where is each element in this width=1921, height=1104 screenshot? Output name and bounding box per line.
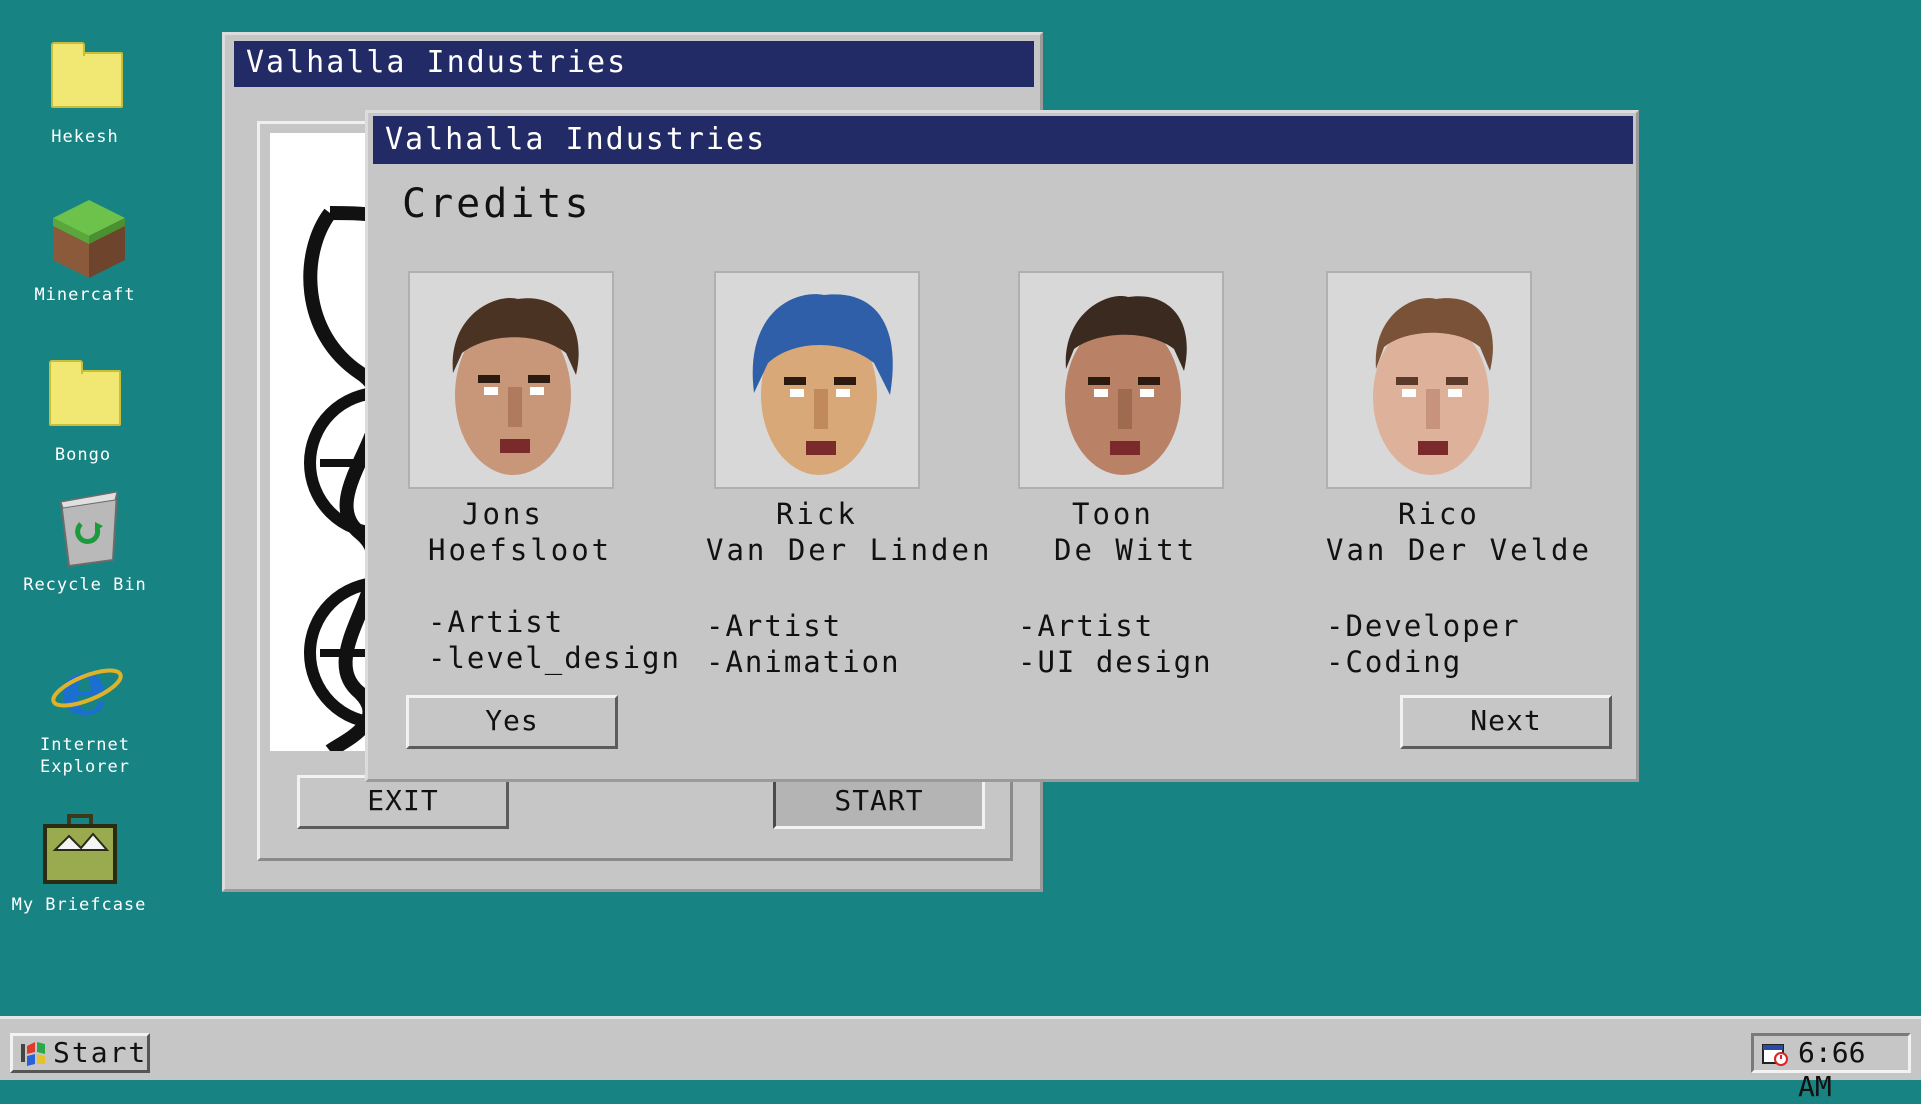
credits-window[interactable]: Valhalla Industries Credits Jons Hoefslo… — [365, 110, 1639, 782]
folder-icon — [49, 360, 121, 426]
credits-heading: Credits — [402, 181, 592, 227]
member-role: -Developer — [1326, 609, 1521, 643]
face-icon — [1373, 297, 1493, 475]
portrait-toon — [1018, 271, 1224, 489]
svg-text:e: e — [60, 650, 109, 726]
desktop-icon-minercaft[interactable]: Minercaft — [0, 196, 170, 306]
member-role: -level_design — [428, 641, 681, 675]
desktop-icon-internet-explorer[interactable]: e Internet Explorer — [0, 646, 170, 778]
member-role: -Artist — [428, 605, 565, 639]
start-button[interactable]: START — [773, 775, 985, 829]
desktop-icon-bongo[interactable]: Bongo — [0, 356, 168, 466]
desktop-icon-recycle-bin[interactable]: Recycle Bin — [0, 486, 170, 596]
desktop-icon-label: Bongo — [54, 445, 112, 465]
folder-icon — [51, 42, 123, 108]
member-last-name: De Witt — [1054, 533, 1198, 567]
desktop-icon-my-briefcase[interactable]: My Briefcase — [0, 806, 164, 916]
taskbar-start-button[interactable]: Start — [10, 1033, 150, 1073]
member-first-name: Rico — [1398, 497, 1480, 531]
desktop-icon-label: Recycle Bin — [23, 575, 147, 595]
credits-window-titlebar[interactable]: Valhalla Industries — [373, 116, 1633, 164]
exit-button[interactable]: EXIT — [297, 775, 509, 829]
member-role: -Coding — [1326, 645, 1463, 679]
desktop-icon-label: Internet Explorer — [40, 735, 130, 777]
desktop-icon-hekesh[interactable]: Hekesh — [0, 38, 170, 148]
system-tray: 6:66 AM — [1751, 1033, 1911, 1103]
taskbar-start-label: Start — [53, 1036, 148, 1069]
taskbar-clock: 6:66 AM — [1798, 1036, 1866, 1103]
portrait-jons — [408, 271, 614, 489]
member-role: -Animation — [706, 645, 901, 679]
grass-block-icon — [53, 200, 125, 278]
windows-logo-icon — [21, 1042, 45, 1066]
desktop-icon-label: My Briefcase — [11, 895, 147, 915]
member-role: -UI design — [1018, 645, 1213, 679]
desktop-icon-label: Hekesh — [51, 127, 119, 147]
member-first-name: Toon — [1072, 497, 1154, 531]
face-icon — [452, 297, 579, 475]
portrait-rico — [1326, 271, 1532, 489]
desktop-icon-label: Minercaft — [34, 285, 136, 305]
exit-button-label: EXIT — [367, 784, 439, 817]
yes-button-label: Yes — [485, 704, 539, 737]
member-role: -Artist — [706, 609, 843, 643]
start-button-label: START — [834, 784, 924, 817]
member-first-name: Jons — [462, 497, 544, 531]
member-first-name: Rick — [776, 497, 858, 531]
face-icon — [1065, 296, 1187, 475]
taskbar: Start 6:66 AM — [0, 1016, 1921, 1103]
member-last-name: Van Der Velde — [1326, 533, 1592, 567]
next-button[interactable]: Next — [1400, 695, 1612, 749]
back-window-titlebar[interactable]: Valhalla Industries — [234, 41, 1034, 87]
member-last-name: Van Der Linden — [706, 533, 993, 567]
briefcase-icon — [43, 814, 117, 884]
desktop: Hekesh Minercaft Bongo Recycle Bin e Int… — [0, 0, 1921, 1016]
yes-button[interactable]: Yes — [406, 695, 618, 749]
recycle-bin-icon — [59, 490, 119, 568]
back-window-title: Valhalla Industries — [246, 45, 628, 80]
member-role: -Artist — [1018, 609, 1155, 643]
face-icon — [752, 294, 893, 475]
credits-window-title: Valhalla Industries — [385, 122, 767, 157]
internet-explorer-icon: e — [51, 650, 123, 726]
portrait-rick — [714, 271, 920, 489]
next-button-label: Next — [1470, 704, 1542, 737]
member-last-name: Hoefsloot — [428, 533, 613, 567]
calendar-clock-icon[interactable] — [1762, 1042, 1788, 1066]
